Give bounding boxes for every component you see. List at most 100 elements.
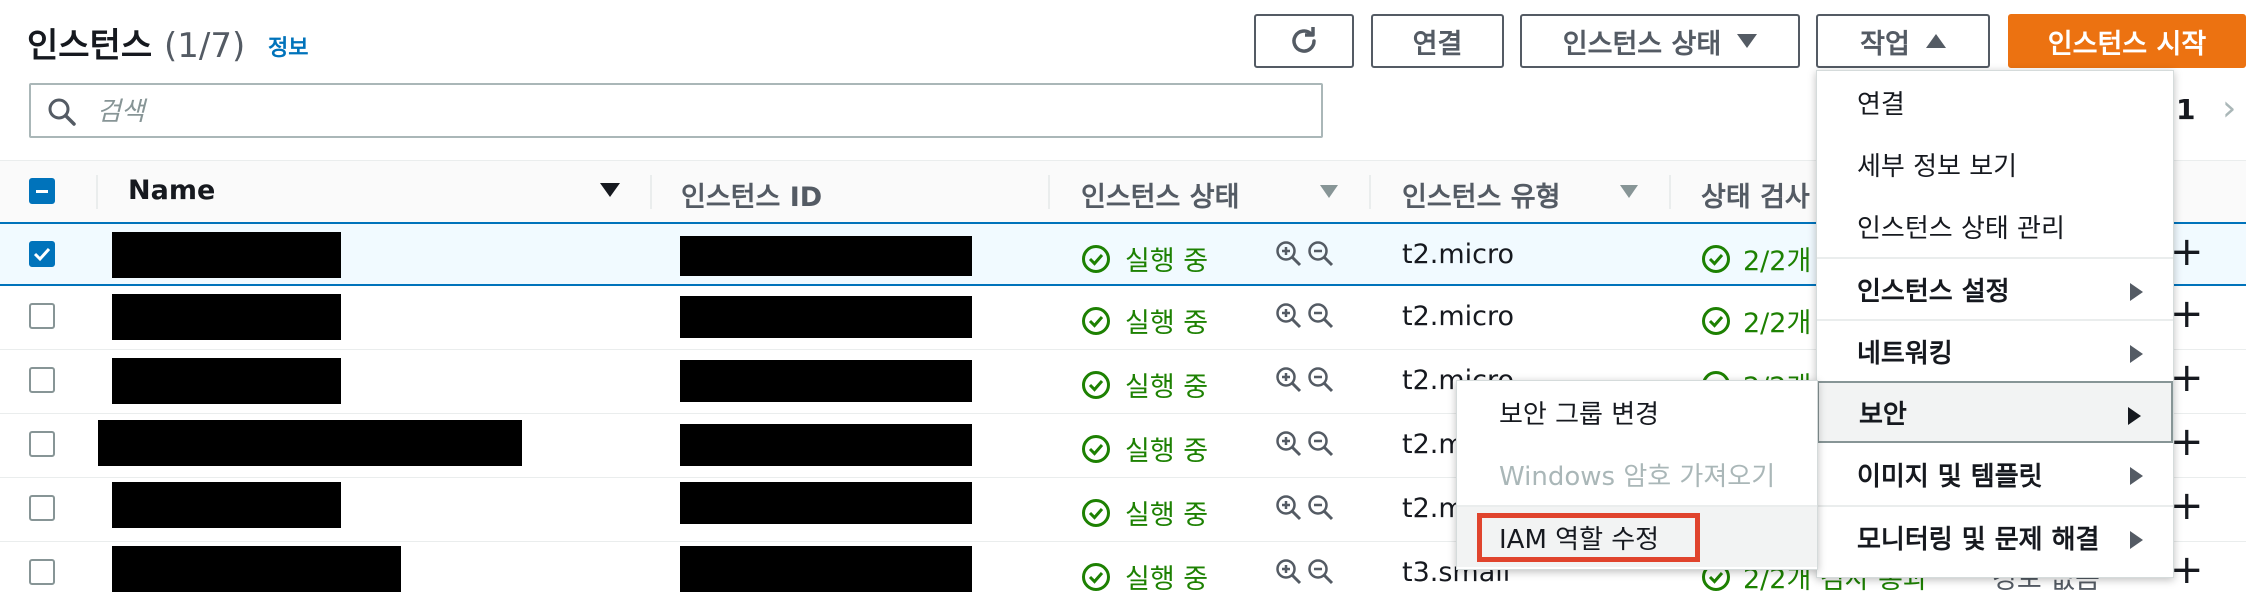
menu-item-label: Windows 암호 가져오기 <box>1499 461 1776 492</box>
sort-descending-icon[interactable] <box>600 183 620 197</box>
menu-item-manage-instance-state[interactable]: 인스턴스 상태 관리 <box>1817 195 2173 257</box>
submenu-arrow-icon <box>2128 407 2141 425</box>
column-header-instance-state[interactable]: 인스턴스 상태 <box>1081 175 1239 214</box>
menu-item-label: 네트워킹 <box>1857 338 1953 369</box>
menu-item-change-security-groups[interactable]: 보안 그룹 변경 <box>1457 381 1817 443</box>
caret-down-icon <box>1737 34 1758 48</box>
menu-item-instance-settings[interactable]: 인스턴스 설정 <box>1817 257 2173 319</box>
add-alarm-icon[interactable]: + <box>2170 292 2204 336</box>
instance-state-cell: 실행 중 <box>1081 301 1208 340</box>
zoom-in-icon[interactable] <box>1275 302 1303 330</box>
menu-item-label: 이미지 및 템플릿 <box>1857 461 2043 492</box>
instance-type-cell: t2.micro <box>1402 239 1515 270</box>
column-divider <box>1369 175 1371 209</box>
zoom-controls <box>1275 302 1335 330</box>
redacted-instance-id <box>680 546 972 592</box>
row-checkbox[interactable] <box>29 303 55 329</box>
zoom-out-icon[interactable] <box>1307 558 1335 586</box>
page-title-text: 인스턴스 <box>27 26 153 66</box>
pagination-current-page[interactable]: 1 <box>2176 93 2195 126</box>
column-header-name[interactable]: Name <box>128 175 215 206</box>
checkmark-icon <box>33 247 51 262</box>
status-check-text: 2/2개 <box>1743 246 1812 277</box>
sort-icon[interactable] <box>1620 185 1638 198</box>
zoom-in-icon[interactable] <box>1275 558 1303 586</box>
zoom-in-icon[interactable] <box>1275 494 1303 522</box>
instance-state-cell: 실행 중 <box>1081 365 1208 404</box>
zoom-in-icon[interactable] <box>1275 366 1303 394</box>
connect-button[interactable]: 연결 <box>1371 14 1504 68</box>
menu-item-security[interactable]: 보안 <box>1817 381 2173 443</box>
instance-state-button-label: 인스턴스 상태 <box>1562 28 1722 60</box>
zoom-in-icon[interactable] <box>1275 430 1303 458</box>
instance-state-text: 실행 중 <box>1125 308 1209 339</box>
column-divider <box>96 175 98 209</box>
menu-item-label: 보안 <box>1859 399 1907 430</box>
zoom-out-icon[interactable] <box>1307 240 1335 268</box>
add-alarm-icon[interactable]: + <box>2170 230 2204 274</box>
instance-state-text: 실행 중 <box>1125 500 1209 531</box>
selection-count: (1/7) <box>163 26 246 66</box>
row-checkbox[interactable] <box>29 367 55 393</box>
launch-instance-button[interactable]: 인스턴스 시작 <box>2008 14 2246 68</box>
search-box <box>29 83 1323 138</box>
zoom-out-icon[interactable] <box>1307 430 1335 458</box>
success-check-icon <box>1702 306 1730 335</box>
next-page-icon[interactable]: › <box>2222 88 2236 129</box>
instance-state-cell: 실행 중 <box>1081 493 1208 532</box>
menu-item-connect[interactable]: 연결 <box>1817 71 2173 133</box>
zoom-out-icon[interactable] <box>1307 494 1335 522</box>
menu-item-label: 세부 정보 보기 <box>1857 151 2018 182</box>
actions-button[interactable]: 작업 <box>1816 14 1990 68</box>
instance-type-cell: t2.micro <box>1402 301 1515 332</box>
menu-item-images-templates[interactable]: 이미지 및 템플릿 <box>1817 443 2173 505</box>
success-check-icon <box>1702 244 1730 273</box>
instance-state-text: 실행 중 <box>1125 372 1209 403</box>
zoom-in-icon[interactable] <box>1275 240 1303 268</box>
search-icon <box>48 98 76 126</box>
add-alarm-icon[interactable]: + <box>2170 548 2204 592</box>
menu-item-label: 인스턴스 설정 <box>1857 276 2010 307</box>
add-alarm-icon[interactable]: + <box>2170 420 2204 464</box>
add-alarm-icon[interactable]: + <box>2170 484 2204 528</box>
redacted-name <box>112 358 341 404</box>
zoom-controls <box>1275 558 1335 586</box>
instance-state-cell: 실행 중 <box>1081 429 1208 468</box>
search-input[interactable] <box>95 93 1299 131</box>
column-header-instance-type[interactable]: 인스턴스 유형 <box>1402 175 1560 214</box>
row-checkbox[interactable] <box>29 559 55 585</box>
submenu-arrow-icon <box>2130 345 2143 363</box>
redacted-instance-id <box>680 360 972 402</box>
instance-state-button[interactable]: 인스턴스 상태 <box>1520 14 1800 68</box>
redacted-name <box>98 420 522 466</box>
column-header-instance-id[interactable]: 인스턴스 ID <box>681 175 822 214</box>
redacted-instance-id <box>680 424 972 466</box>
zoom-controls <box>1275 494 1335 522</box>
refresh-button[interactable] <box>1254 14 1354 68</box>
redacted-instance-id <box>680 482 972 524</box>
sort-icon[interactable] <box>1320 185 1338 198</box>
row-checkbox[interactable] <box>29 241 55 267</box>
zoom-out-icon[interactable] <box>1307 366 1335 394</box>
info-link[interactable]: 정보 <box>268 30 308 62</box>
page-title: 인스턴스 (1/7) <box>27 18 245 67</box>
actions-menu: 연결 세부 정보 보기 인스턴스 상태 관리 인스턴스 설정 네트워킹 보안 이… <box>1816 70 2174 578</box>
actions-button-label: 작업 <box>1860 28 1910 60</box>
row-checkbox[interactable] <box>29 495 55 521</box>
menu-item-monitoring-troubleshooting[interactable]: 모니터링 및 문제 해결 <box>1817 505 2173 567</box>
refresh-icon <box>1292 27 1316 53</box>
instance-state-cell: 실행 중 <box>1081 239 1208 278</box>
menu-item-label: 연결 <box>1857 89 1905 120</box>
row-checkbox[interactable] <box>29 431 55 457</box>
zoom-out-icon[interactable] <box>1307 302 1335 330</box>
column-divider <box>1669 175 1671 209</box>
menu-item-view-details[interactable]: 세부 정보 보기 <box>1817 133 2173 195</box>
redacted-name <box>112 294 341 340</box>
add-alarm-icon[interactable]: + <box>2170 356 2204 400</box>
menu-item-networking[interactable]: 네트워킹 <box>1817 319 2173 381</box>
instance-state-text: 실행 중 <box>1125 564 1209 595</box>
menu-item-label: 모니터링 및 문제 해결 <box>1857 524 2100 555</box>
select-all-checkbox[interactable] <box>29 178 55 204</box>
column-header-status-check[interactable]: 상태 검사 <box>1701 175 1810 214</box>
submenu-arrow-icon <box>2130 467 2143 485</box>
